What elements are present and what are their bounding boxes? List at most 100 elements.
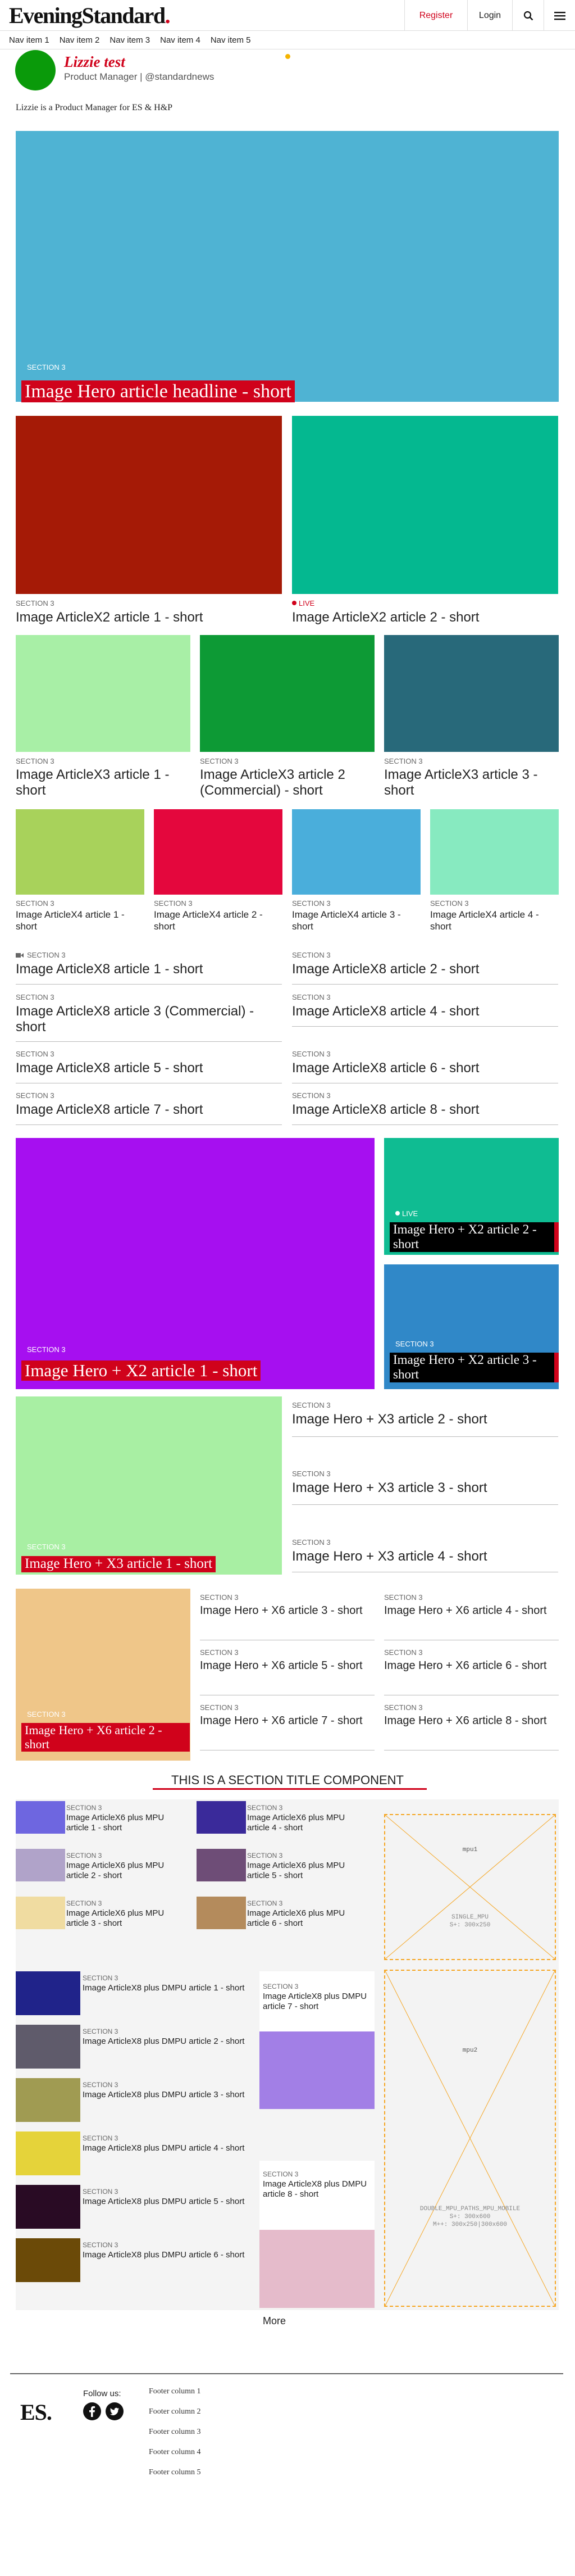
dmpu-title-1[interactable]: Image ArticleX8 plus DMPU article 1 - sh… bbox=[83, 1983, 251, 1993]
hx3-title-2[interactable]: Image Hero + X3 article 2 - short bbox=[292, 1412, 487, 1427]
dmpu-title-7[interactable]: Image ArticleX8 plus DMPU article 7 - sh… bbox=[263, 1992, 372, 2012]
x4-title-1[interactable]: Image ArticleX4 article 1 - short bbox=[16, 909, 144, 932]
mpu-title-4[interactable]: Image ArticleX6 plus MPU article 4 - sho… bbox=[247, 1813, 368, 1833]
dmpu-thumb-4[interactable] bbox=[16, 2131, 80, 2175]
search-button[interactable] bbox=[512, 0, 544, 31]
footer-column-5[interactable]: Footer column 5 bbox=[149, 2468, 201, 2477]
hx3-main-title[interactable]: Image Hero + X3 article 1 - short bbox=[21, 1556, 216, 1572]
hx2-title-2[interactable]: Image Hero + X2 article 2 - short bbox=[390, 1222, 559, 1252]
x4-image-4[interactable] bbox=[430, 809, 559, 895]
x8-section-7: SECTION 3 bbox=[16, 1091, 54, 1100]
facebook-link[interactable] bbox=[83, 2402, 101, 2420]
x4-title-2[interactable]: Image ArticleX4 article 2 - short bbox=[154, 909, 282, 932]
mpu-thumb-2[interactable] bbox=[16, 1849, 65, 1881]
x4-image-1[interactable] bbox=[16, 809, 144, 895]
hx6-title-7[interactable]: Image Hero + X6 article 7 - short bbox=[200, 1714, 368, 1727]
mpu1-ad-slot[interactable]: mpu1 SINGLE_MPU S+: 300x250 bbox=[384, 1814, 556, 1960]
mpu-thumb-5[interactable] bbox=[197, 1849, 246, 1881]
mpu-title-3[interactable]: Image ArticleX6 plus MPU article 3 - sho… bbox=[66, 1908, 184, 1929]
mpu-title-1[interactable]: Image ArticleX6 plus MPU article 1 - sho… bbox=[66, 1813, 184, 1833]
mpu-section-1: SECTION 3 bbox=[66, 1804, 102, 1812]
dmpu-thumb-2[interactable] bbox=[16, 2025, 80, 2069]
hero-headline[interactable]: Image Hero article headline - short bbox=[21, 380, 295, 403]
nav-item-1[interactable]: Nav item 1 bbox=[9, 35, 49, 45]
hx6-title-3[interactable]: Image Hero + X6 article 3 - short bbox=[200, 1604, 368, 1617]
x4-title-3[interactable]: Image ArticleX4 article 3 - short bbox=[292, 909, 420, 932]
dmpu-title-4[interactable]: Image ArticleX8 plus DMPU article 4 - sh… bbox=[83, 2143, 251, 2153]
hx2-main-title[interactable]: Image Hero + X2 article 1 - short bbox=[21, 1360, 261, 1381]
dmpu-title-6[interactable]: Image ArticleX8 plus DMPU article 6 - sh… bbox=[83, 2250, 251, 2260]
x3-image-2[interactable] bbox=[200, 635, 375, 752]
x2-image-2[interactable] bbox=[292, 416, 558, 594]
footer-column-2[interactable]: Footer column 2 bbox=[149, 2407, 201, 2416]
x8-title-1[interactable]: Image ArticleX8 article 1 - short bbox=[16, 962, 203, 977]
twitter-link[interactable] bbox=[106, 2402, 124, 2420]
dmpu-thumb-1[interactable] bbox=[16, 1971, 80, 2015]
mpu2-ad-slot[interactable]: mpu2 DOUBLE_MPU_PATHS_MPU_MOBILE S+: 300… bbox=[384, 1970, 556, 2307]
hx6-title-8[interactable]: Image Hero + X6 article 8 - short bbox=[384, 1714, 553, 1727]
x8-title-7[interactable]: Image ArticleX8 article 7 - short bbox=[16, 1102, 203, 1118]
dmpu-title-8[interactable]: Image ArticleX8 plus DMPU article 8 - sh… bbox=[263, 2179, 372, 2199]
nav-item-4[interactable]: Nav item 4 bbox=[160, 35, 200, 45]
x8-title-6[interactable]: Image ArticleX8 article 6 - short bbox=[292, 1060, 479, 1076]
mpu-thumb-1[interactable] bbox=[16, 1801, 65, 1834]
mpu-thumb-3[interactable] bbox=[16, 1897, 65, 1929]
footer-column-1[interactable]: Footer column 1 bbox=[149, 2387, 201, 2396]
hamburger-icon bbox=[554, 11, 565, 20]
dmpu-title-2[interactable]: Image ArticleX8 plus DMPU article 2 - sh… bbox=[83, 2037, 251, 2047]
nav-item-5[interactable]: Nav item 5 bbox=[211, 35, 251, 45]
x2-image-1[interactable] bbox=[16, 416, 282, 594]
dmpu-image-8[interactable] bbox=[259, 2230, 375, 2308]
dmpu-image-7[interactable] bbox=[259, 2031, 375, 2109]
footer-column-3[interactable]: Footer column 3 bbox=[149, 2428, 201, 2437]
hx6-main-title[interactable]: Image Hero + X6 article 2 - short bbox=[21, 1723, 190, 1752]
x4-image-2[interactable] bbox=[154, 809, 282, 895]
mpu-section-6: SECTION 3 bbox=[247, 1899, 283, 1907]
nav-item-3[interactable]: Nav item 3 bbox=[109, 35, 150, 45]
x2-title-2[interactable]: Image ArticleX2 article 2 - short bbox=[292, 610, 479, 625]
dmpu-thumb-5[interactable] bbox=[16, 2185, 80, 2229]
x3-title-1[interactable]: Image ArticleX3 article 1 - short bbox=[16, 767, 184, 799]
x8-title-2[interactable]: Image ArticleX8 article 2 - short bbox=[292, 962, 479, 977]
hx6-section-7: SECTION 3 bbox=[200, 1703, 239, 1712]
more-link[interactable]: More bbox=[263, 2315, 286, 2327]
ad-slot-type: DOUBLE_MPU_PATHS_MPU_MOBILE bbox=[419, 2206, 521, 2212]
dmpu-title-3[interactable]: Image ArticleX8 plus DMPU article 3 - sh… bbox=[83, 2090, 251, 2100]
mpu-thumb-4[interactable] bbox=[197, 1801, 246, 1834]
hx3-title-3[interactable]: Image Hero + X3 article 3 - short bbox=[292, 1480, 487, 1496]
mpu-title-5[interactable]: Image ArticleX6 plus MPU article 5 - sho… bbox=[247, 1861, 368, 1881]
x3-image-1[interactable] bbox=[16, 635, 190, 752]
x8-title-5[interactable]: Image ArticleX8 article 5 - short bbox=[16, 1060, 203, 1076]
x3-title-3[interactable]: Image ArticleX3 article 3 - short bbox=[384, 767, 553, 799]
hx6-title-4[interactable]: Image Hero + X6 article 4 - short bbox=[384, 1604, 553, 1617]
hx2-main-image[interactable] bbox=[16, 1138, 375, 1389]
mpu-title-6[interactable]: Image ArticleX6 plus MPU article 6 - sho… bbox=[247, 1908, 368, 1929]
dmpu-thumb-6[interactable] bbox=[16, 2238, 80, 2282]
x3-title-2[interactable]: Image ArticleX3 article 2 (Commercial) -… bbox=[200, 767, 377, 799]
mpu-section-2: SECTION 3 bbox=[66, 1852, 102, 1860]
login-button[interactable]: Login bbox=[467, 0, 512, 31]
site-logo[interactable]: EveningStandard. bbox=[9, 2, 171, 29]
hx6-title-5[interactable]: Image Hero + X6 article 5 - short bbox=[200, 1659, 368, 1672]
register-button[interactable]: Register bbox=[404, 0, 467, 31]
footer-column-4[interactable]: Footer column 4 bbox=[149, 2448, 201, 2457]
hx6-title-6[interactable]: Image Hero + X6 article 6 - short bbox=[384, 1659, 553, 1672]
dmpu-thumb-3[interactable] bbox=[16, 2078, 80, 2122]
dmpu-title-5[interactable]: Image ArticleX8 plus DMPU article 5 - sh… bbox=[83, 2197, 251, 2207]
x4-image-3[interactable] bbox=[292, 809, 421, 895]
x3-image-3[interactable] bbox=[384, 635, 559, 752]
live-dot-icon bbox=[395, 1211, 400, 1216]
menu-button[interactable] bbox=[544, 0, 575, 31]
x2-title-1[interactable]: Image ArticleX2 article 1 - short bbox=[16, 610, 203, 625]
mpu-title-2[interactable]: Image ArticleX6 plus MPU article 2 - sho… bbox=[66, 1861, 184, 1881]
nav-item-2[interactable]: Nav item 2 bbox=[60, 35, 100, 45]
x8-title-8[interactable]: Image ArticleX8 article 8 - short bbox=[292, 1102, 479, 1118]
x8-title-3[interactable]: Image ArticleX8 article 3 (Commercial) -… bbox=[16, 1004, 280, 1035]
x8-title-4[interactable]: Image ArticleX8 article 4 - short bbox=[292, 1004, 479, 1019]
hero-image[interactable] bbox=[16, 131, 559, 402]
footer-logo[interactable]: ES. bbox=[20, 2399, 52, 2425]
x4-title-4[interactable]: Image ArticleX4 article 4 - short bbox=[430, 909, 558, 932]
mpu-thumb-6[interactable] bbox=[197, 1897, 246, 1929]
hx2-title-3[interactable]: Image Hero + X2 article 3 - short bbox=[390, 1353, 559, 1382]
hx3-title-4[interactable]: Image Hero + X3 article 4 - short bbox=[292, 1549, 487, 1564]
